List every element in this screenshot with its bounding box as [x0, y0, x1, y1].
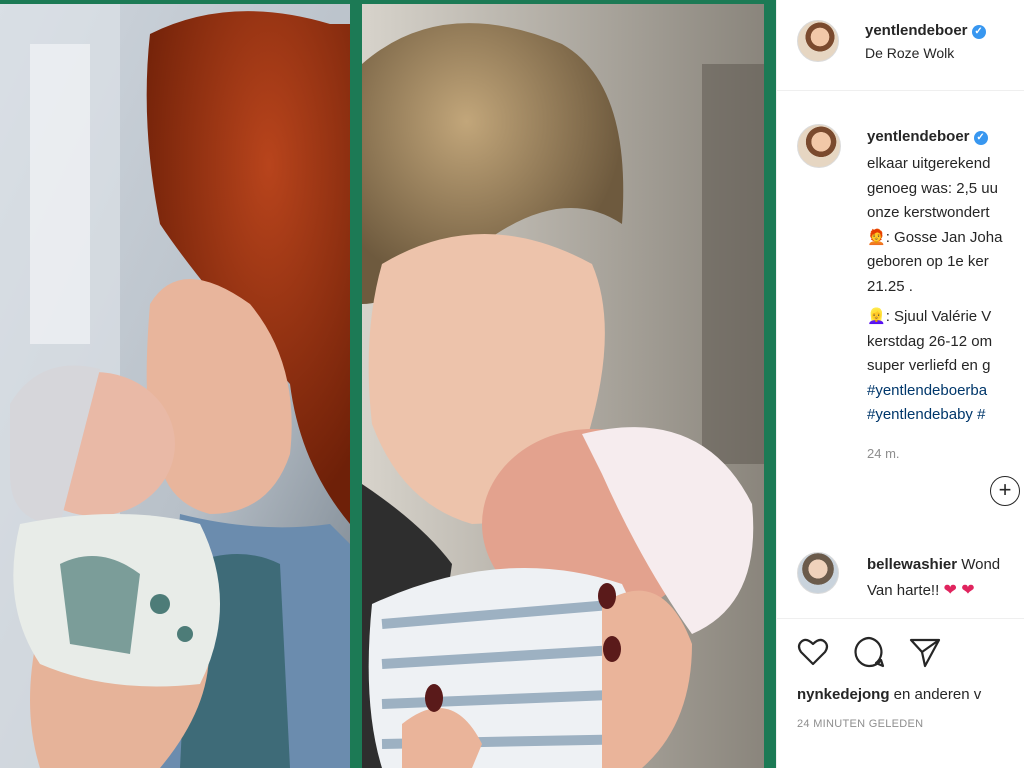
caption-line-text: : Sjuul Valérie V [885, 308, 992, 325]
caption-line-text: : Gosse Jan Joha [885, 228, 1003, 246]
commenter-avatar[interactable] [797, 552, 839, 594]
caption-author-username[interactable]: yentlendeboer ✓ [867, 128, 988, 145]
caption-timestamp[interactable]: 24 m. [867, 446, 900, 461]
commenter-username[interactable]: bellewashier [867, 556, 957, 573]
post-timestamp[interactable]: 24 MINUTEN GELEDEN [797, 718, 923, 730]
liker-username[interactable]: nynkedejong [797, 686, 890, 703]
post-header: yentlendeboer ✓ De Roze Wolk [777, 0, 1024, 91]
post-photo[interactable] [0, 0, 772, 768]
caption-line: kerstdag 26-12 om [867, 332, 993, 350]
caption-author-avatar[interactable] [797, 124, 841, 168]
author-avatar[interactable] [797, 20, 839, 62]
comment-icon[interactable] [851, 634, 887, 670]
red-hair-person-emoji-icon: 🧑‍🦰 [867, 228, 886, 246]
hashtag-link[interactable]: #yentlendebaby # [867, 403, 1024, 428]
comment-line2: Van harte!! ❤ ❤ [867, 580, 975, 600]
caption-line: super verliefd en g [867, 357, 991, 374]
likes-rest[interactable]: en anderen v [890, 686, 982, 703]
mother-kissing-baby-right-image [362, 4, 764, 768]
comment-text-line2: Van harte!! [867, 582, 940, 599]
comment-text: Wond [961, 556, 1001, 573]
add-icon[interactable]: + [990, 476, 1020, 506]
caption-author-username-text[interactable]: yentlendeboer [867, 128, 970, 145]
caption-line: elkaar uitgerekend [867, 155, 991, 172]
actions-divider [777, 618, 1024, 619]
photo-left-panel [0, 4, 350, 768]
caption-line: 🧑‍🦰: Gosse Jan Joha [867, 226, 1024, 251]
heart-icon[interactable] [795, 634, 831, 670]
heart-emoji-icon: ❤ ❤ [943, 582, 975, 599]
caption-line: geboren op 1e ker [867, 253, 989, 270]
comment: bellewashier Wond [867, 556, 1000, 573]
blond-person-emoji-icon: 👱‍♀️ [867, 308, 886, 325]
post-caption: elkaar uitgerekend genoeg was: 2,5 uu on… [867, 152, 1024, 428]
verified-icon: ✓ [971, 25, 986, 39]
caption-line: genoeg was: 2,5 uu [867, 179, 998, 197]
caption-line: 21.25 . [867, 277, 913, 295]
hashtag-link[interactable]: #yentlendeboerba [867, 379, 1024, 404]
post-location[interactable]: De Roze Wolk [865, 45, 954, 61]
verified-icon: ✓ [973, 131, 988, 145]
photo-right-panel [362, 4, 764, 768]
mother-kissing-baby-left-image [0, 4, 350, 768]
share-icon[interactable] [907, 634, 943, 670]
post-details-panel: yentlendeboer ✓ De Roze Wolk yentlendeboe… [776, 0, 1024, 768]
caption-line: onze kerstwondert [867, 204, 990, 221]
author-username-text[interactable]: yentlendeboer [865, 22, 968, 39]
author-username[interactable]: yentlendeboer ✓ [865, 22, 986, 39]
likes-summary: nynkedejong en anderen v [797, 686, 981, 703]
caption-line: 👱‍♀️: Sjuul Valérie V [867, 305, 1024, 330]
